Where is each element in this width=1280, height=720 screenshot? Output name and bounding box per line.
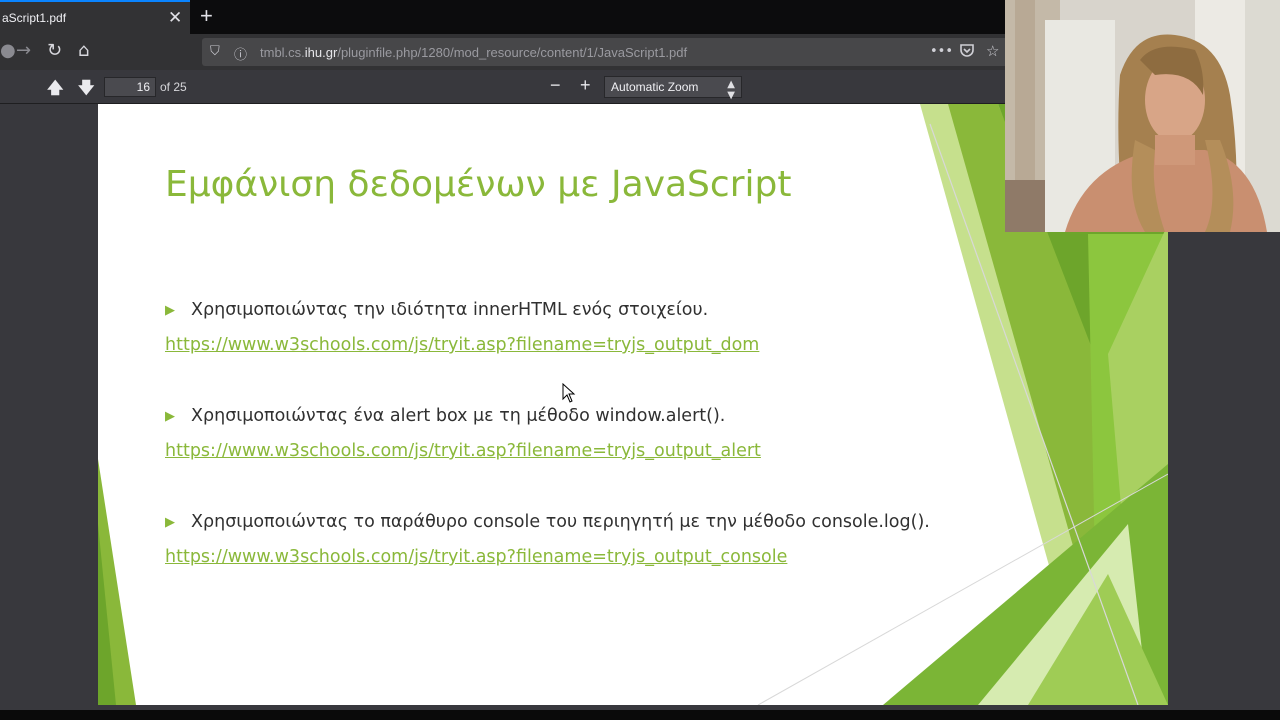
bookmark-star-icon[interactable]: ☆ <box>986 42 999 60</box>
zoom-value: Automatic Zoom <box>611 80 699 94</box>
link-output-dom[interactable]: https://www.w3schools.com/js/tryit.asp?f… <box>165 335 759 355</box>
new-tab-icon[interactable]: + <box>200 3 213 29</box>
page-count: of 25 <box>160 80 187 94</box>
previous-page-icon[interactable]: 🡅 <box>47 77 63 104</box>
url-text[interactable]: tmbl.cs.ihu.gr/pluginfile.php/1280/mod_r… <box>260 45 687 60</box>
link-output-alert[interactable]: https://www.w3schools.com/js/tryit.asp?f… <box>165 441 761 461</box>
slide-title: Εμφάνιση δεδομένων με JavaScript <box>165 164 792 205</box>
back-icon[interactable]: ● <box>0 40 16 61</box>
presenter-video-frame <box>1005 0 1280 232</box>
active-tab[interactable]: aScript1.pdf ✕ <box>0 0 190 34</box>
shield-icon[interactable]: ⛉ <box>210 44 220 59</box>
bullet-arrow-icon: ▶ <box>165 409 175 424</box>
zoom-in-button[interactable]: + <box>580 75 591 96</box>
bullet-arrow-icon: ▶ <box>165 303 175 318</box>
navigation-bar: ● → ↻ ⌂ ⛉ ⓘ tmbl.cs.ihu.gr/pluginfile.ph… <box>0 34 1005 70</box>
tab-close-icon[interactable]: ✕ <box>168 8 182 28</box>
next-page-icon[interactable]: 🡇 <box>78 77 94 104</box>
page-actions-icon[interactable]: ••• <box>930 44 953 59</box>
bullet-arrow-icon: ▶ <box>165 515 175 530</box>
bottom-edge <box>0 710 1280 720</box>
tab-title: aScript1.pdf <box>2 11 67 25</box>
bullet-item: ▶ Χρησιμοποιώντας την ιδιότητα innerHTML … <box>165 300 709 320</box>
url-bar[interactable]: ⛉ ⓘ tmbl.cs.ihu.gr/pluginfile.php/1280/m… <box>202 38 1005 66</box>
tab-strip: aScript1.pdf ✕ + <box>0 0 1005 34</box>
page-number-input[interactable]: 16 <box>104 77 156 97</box>
mouse-cursor-icon <box>562 383 576 403</box>
bullet-item: ▶ Χρησιμοποιώντας ένα alert box με τη μέθ… <box>165 406 726 426</box>
dropdown-arrow-icon: ▲ ▼ <box>727 79 735 101</box>
webcam-video <box>1005 0 1280 232</box>
link-output-console[interactable]: https://www.w3schools.com/js/tryit.asp?f… <box>165 547 787 567</box>
bullet-item: ▶ Χρησιμοποιώντας το παράθυρο console του… <box>165 512 930 532</box>
pocket-icon[interactable] <box>959 42 975 62</box>
home-icon[interactable]: ⌂ <box>78 40 89 61</box>
zoom-out-button[interactable]: − <box>550 75 561 96</box>
info-icon[interactable]: ⓘ <box>234 44 247 63</box>
zoom-select[interactable]: Automatic Zoom ▲ ▼ <box>604 76 742 101</box>
reload-icon[interactable]: ↻ <box>47 40 62 61</box>
forward-icon[interactable]: → <box>16 40 31 61</box>
pdf-toolbar: 🡅 🡇 16 of 25 − + Automatic Zoom ▲ ▼ <box>0 70 1005 104</box>
